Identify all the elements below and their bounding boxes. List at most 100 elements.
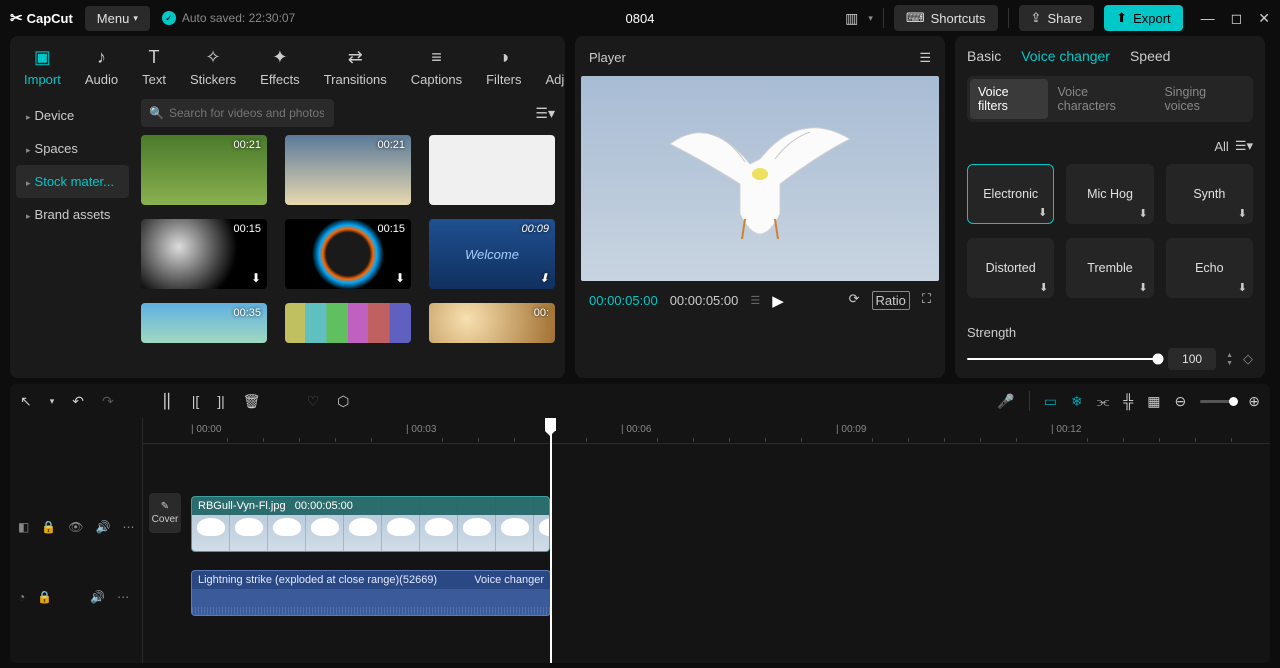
tab-speed[interactable]: Speed <box>1130 48 1170 64</box>
zoom-out-icon[interactable]: ⊖ <box>1175 393 1187 410</box>
minimize-icon[interactable]: — <box>1201 10 1215 27</box>
filter-icon[interactable]: ☰▾ <box>535 105 555 122</box>
keyframe-icon[interactable]: ◇ <box>1243 351 1253 367</box>
media-thumb[interactable] <box>429 135 555 205</box>
ratio-button[interactable]: Ratio <box>872 291 910 310</box>
voice-tremble[interactable]: Tremble⬇ <box>1066 238 1153 298</box>
sidebar-item-device[interactable]: Device <box>16 99 129 132</box>
filter-tab-voice-characters[interactable]: Voice characters <box>1050 79 1155 119</box>
share-button[interactable]: ⇪Share <box>1019 5 1095 31</box>
strength-slider[interactable] <box>967 358 1158 360</box>
voice-mic-hog[interactable]: Mic Hog⬇ <box>1066 164 1153 224</box>
menu-button[interactable]: Menu▾ <box>85 6 150 31</box>
snap-icon[interactable]: ❄ <box>1071 393 1083 410</box>
close-icon[interactable]: ✕ <box>1258 10 1270 27</box>
sidebar-item-stock-mater-[interactable]: Stock mater... <box>16 165 129 198</box>
layout-icon[interactable]: ▥ <box>845 10 858 27</box>
media-thumb[interactable]: 00:21 <box>141 135 267 205</box>
media-tab-adjustment[interactable]: ⚙Adjustment <box>544 42 566 91</box>
strength-value[interactable]: 100 <box>1168 348 1216 370</box>
filter-tab-singing-voices[interactable]: Singing voices <box>1156 79 1250 119</box>
media-tab-transitions[interactable]: ⇄Transitions <box>322 42 389 91</box>
download-icon[interactable]: ⬇ <box>1038 206 1047 219</box>
sidebar-item-spaces[interactable]: Spaces <box>16 132 129 165</box>
media-thumb[interactable]: 00:35 <box>141 303 267 343</box>
media-thumb[interactable]: 00:15⬇ <box>141 219 267 289</box>
align-icon[interactable]: ╬ <box>1123 393 1133 409</box>
magnet-icon[interactable]: ▭ <box>1044 393 1057 410</box>
preview-icon[interactable]: ▦ <box>1147 393 1160 410</box>
mic-icon[interactable]: 🎤 <box>997 393 1014 410</box>
media-tab-import[interactable]: ▣Import <box>22 42 63 91</box>
media-thumb[interactable]: 00:21 <box>285 135 411 205</box>
media-thumb[interactable] <box>285 303 411 343</box>
maximize-icon[interactable]: ◻ <box>1231 10 1243 27</box>
media-tab-text[interactable]: TText <box>140 42 168 91</box>
list-icon[interactable]: ☰ <box>750 294 760 307</box>
lock-icon[interactable]: 🔒 <box>37 590 52 604</box>
download-icon[interactable]: ⬇ <box>539 271 549 285</box>
shortcuts-button[interactable]: ⌨Shortcuts <box>894 5 998 31</box>
play-button[interactable]: ▶ <box>772 292 784 310</box>
trim-left-tool[interactable]: |[ <box>192 393 200 409</box>
download-icon[interactable]: ⬇ <box>1138 281 1147 294</box>
all-label[interactable]: All <box>1214 139 1228 154</box>
voice-electronic[interactable]: Electronic⬇ <box>967 164 1054 224</box>
strength-label: Strength <box>967 325 1253 340</box>
marker-tool[interactable]: ⬡ <box>337 393 349 410</box>
media-thumb[interactable]: 00:15⬇ <box>285 219 411 289</box>
media-tab-filters[interactable]: ◑Filters <box>484 42 523 91</box>
tab-voice-changer[interactable]: Voice changer <box>1021 48 1110 64</box>
player-menu-icon[interactable]: ☰ <box>919 50 931 66</box>
voice-synth[interactable]: Synth⬇ <box>1166 164 1253 224</box>
lock-icon[interactable]: 🔒 <box>41 520 56 534</box>
trim-right-tool[interactable]: ]| <box>217 393 225 409</box>
zoom-in-icon[interactable]: ⊕ <box>1248 393 1260 410</box>
audio-clip[interactable]: Lightning strike (exploded at close rang… <box>191 570 551 616</box>
media-tab-captions[interactable]: ≡Captions <box>409 42 464 91</box>
player-viewport[interactable] <box>581 76 939 281</box>
media-tab-stickers[interactable]: ✧Stickers <box>188 42 238 91</box>
pointer-tool[interactable]: ↖ <box>20 393 32 410</box>
scan-icon[interactable]: ⟳ <box>849 291 860 310</box>
download-icon[interactable]: ⬇ <box>1138 207 1147 220</box>
filters-icon: ◑ <box>498 46 509 68</box>
media-thumb[interactable]: 00: <box>429 303 555 343</box>
strength-stepper[interactable]: ▲▼ <box>1226 352 1233 367</box>
zoom-slider[interactable] <box>1200 400 1234 403</box>
filter-tab-voice-filters[interactable]: Voice filters <box>970 79 1048 119</box>
audio-track-icon[interactable]: ◔ <box>18 590 25 604</box>
fullscreen-icon[interactable]: ⛶ <box>922 291 931 310</box>
media-tab-effects[interactable]: ✦Effects <box>258 42 302 91</box>
tab-basic[interactable]: Basic <box>967 48 1001 64</box>
split-tool[interactable]: ⎥⎢ <box>160 393 174 410</box>
favorite-tool[interactable]: ♡ <box>307 393 320 410</box>
playhead[interactable] <box>550 418 552 663</box>
export-button[interactable]: ⬆Export <box>1104 5 1182 31</box>
eye-icon[interactable]: 👁 <box>68 520 83 534</box>
media-tab-audio[interactable]: ♪Audio <box>83 42 120 91</box>
more-icon[interactable]: ⋯ <box>122 520 134 534</box>
voice-echo[interactable]: Echo⬇ <box>1166 238 1253 298</box>
sidebar-item-brand-assets[interactable]: Brand assets <box>16 198 129 231</box>
pointer-dropdown[interactable]: ▾ <box>50 396 55 407</box>
sort-icon[interactable]: ☰▾ <box>1235 138 1253 154</box>
more-icon[interactable]: ⋯ <box>117 590 129 604</box>
delete-tool[interactable]: 🗑 <box>243 393 261 410</box>
download-icon[interactable]: ⬇ <box>251 271 261 285</box>
speaker-icon[interactable]: 🔊 <box>90 590 105 604</box>
speaker-icon[interactable]: 🔊 <box>96 520 111 534</box>
link-icon[interactable]: ⫘ <box>1097 393 1110 410</box>
download-icon[interactable]: ⬇ <box>1238 281 1247 294</box>
thumb-duration: 00: <box>534 307 549 319</box>
voice-distorted[interactable]: Distorted⬇ <box>967 238 1054 298</box>
track-toggle-icon[interactable]: ◧ <box>18 520 29 534</box>
download-icon[interactable]: ⬇ <box>1238 207 1247 220</box>
media-thumb[interactable]: 00:09Welcome⬇ <box>429 219 555 289</box>
redo-button[interactable]: ↷ <box>102 393 114 410</box>
search-input[interactable] <box>141 99 334 127</box>
video-clip[interactable]: RBGull-Vyn-Fl.jpg 00:00:05:00 <box>191 496 550 552</box>
undo-button[interactable]: ↶ <box>72 393 84 410</box>
download-icon[interactable]: ⬇ <box>395 271 405 285</box>
download-icon[interactable]: ⬇ <box>1039 281 1048 294</box>
